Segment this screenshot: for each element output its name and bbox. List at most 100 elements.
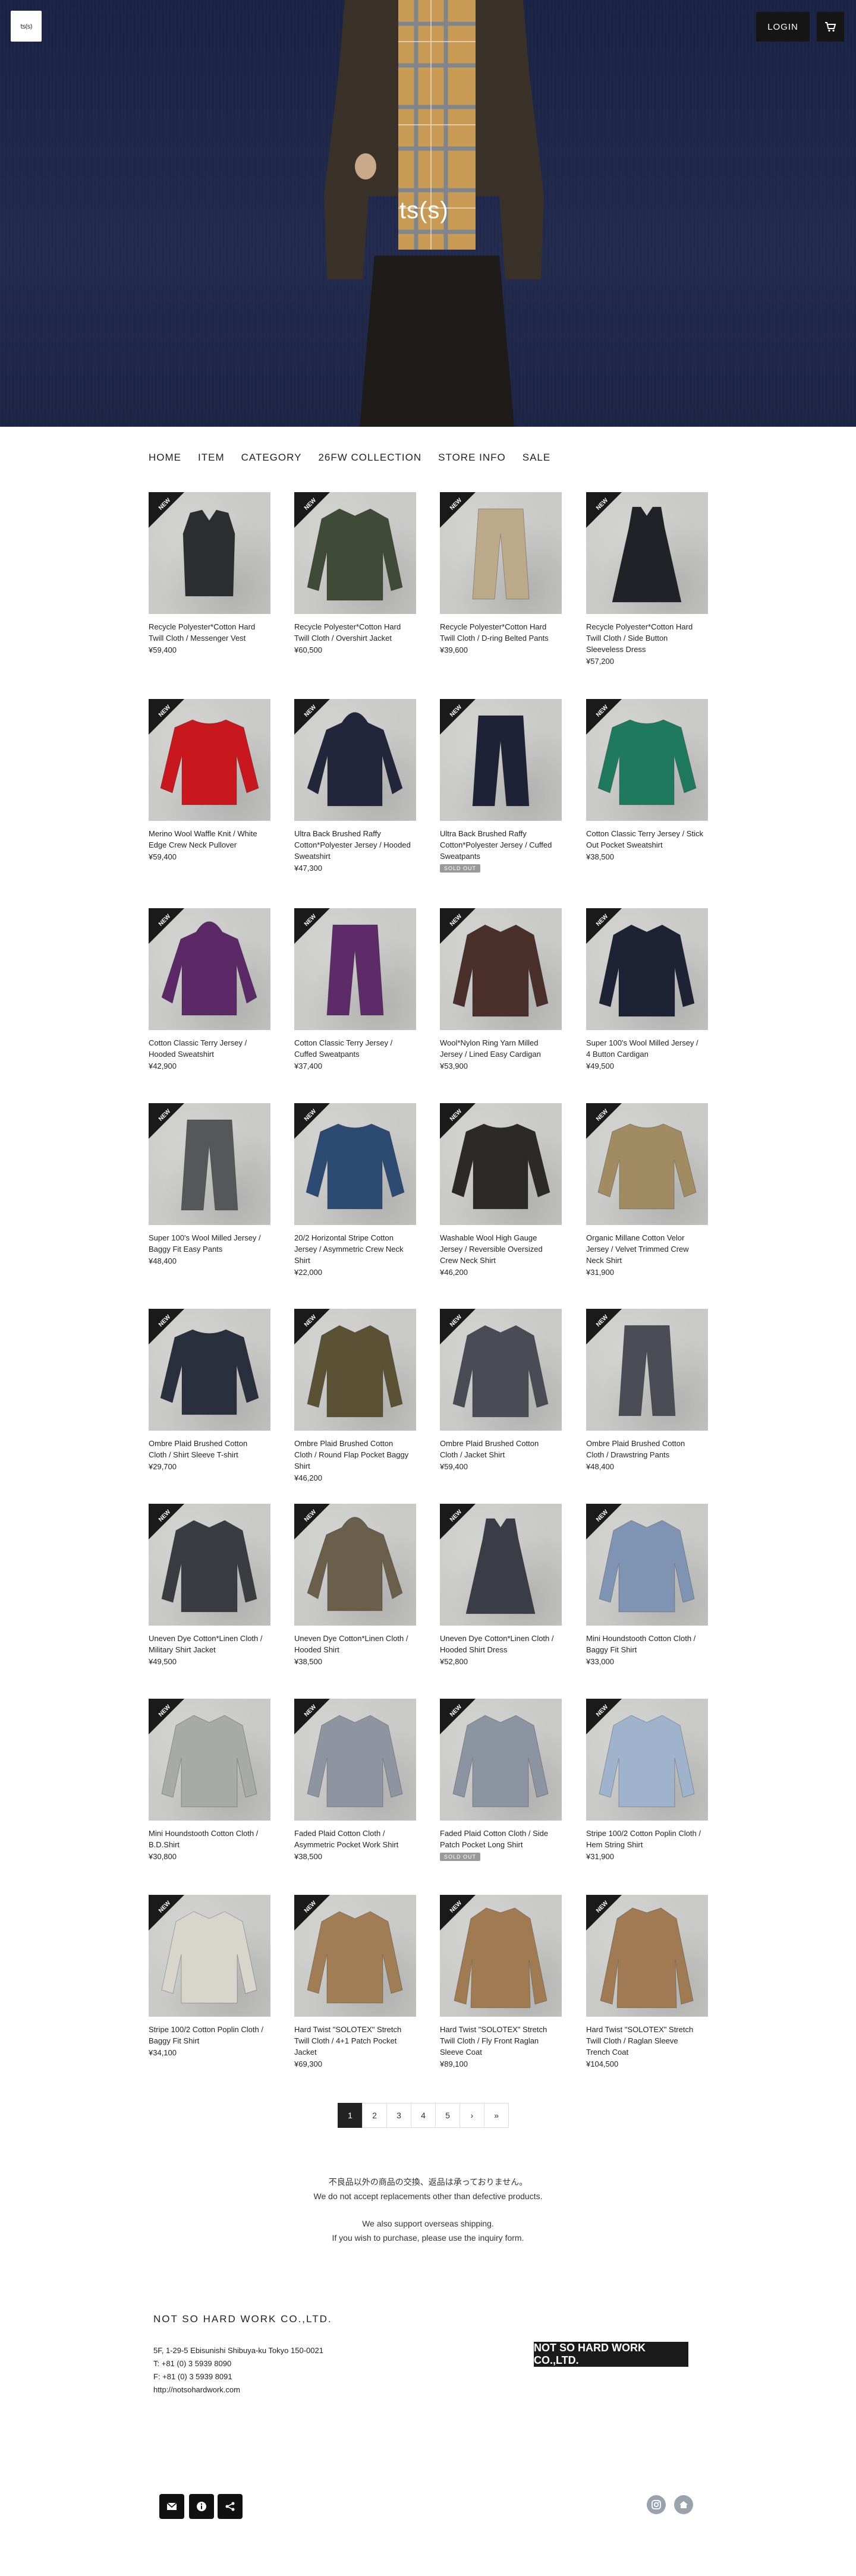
website-link[interactable]: http://notsohardwork.com bbox=[153, 2383, 323, 2397]
product-image[interactable]: NEW bbox=[294, 1309, 416, 1431]
product-name[interactable]: Organic Millane Cotton Velor Jersey / Ve… bbox=[586, 1232, 708, 1266]
product-card[interactable]: NEW Faded Plaid Cotton Cloth / Asymmetric… bbox=[294, 1699, 416, 1861]
product-image[interactable]: NEW bbox=[586, 1309, 708, 1431]
last-page-button[interactable]: » bbox=[484, 2103, 509, 2128]
product-name[interactable]: Cotton Classic Terry Jersey / Cuffed Swe… bbox=[294, 1037, 416, 1060]
product-card[interactable]: NEW Hard Twist "SOLOTEX" Stretch Twill Cl… bbox=[294, 1895, 416, 2068]
product-name[interactable]: 20/2 Horizontal Stripe Cotton Jersey / A… bbox=[294, 1232, 416, 1266]
product-card[interactable]: NEW Cotton Classic Terry Jersey / Stick O… bbox=[586, 699, 708, 861]
product-card[interactable]: NEW Ombre Plaid Brushed Cotton Cloth / Dr… bbox=[586, 1309, 708, 1471]
product-card[interactable]: NEW Stripe 100/2 Cotton Poplin Cloth / Ba… bbox=[149, 1895, 270, 2057]
page-2-button[interactable]: 2 bbox=[362, 2103, 387, 2128]
login-button[interactable]: LOGIN bbox=[756, 12, 810, 42]
product-card[interactable]: NEW Stripe 100/2 Cotton Poplin Cloth / He… bbox=[586, 1699, 708, 1861]
product-image[interactable]: NEW bbox=[586, 1504, 708, 1626]
product-image[interactable]: NEW bbox=[586, 1103, 708, 1225]
product-card[interactable]: NEW Organic Millane Cotton Velor Jersey /… bbox=[586, 1103, 708, 1277]
product-image[interactable]: NEW bbox=[586, 1895, 708, 2017]
product-card[interactable]: NEW Uneven Dye Cotton*Linen Cloth / Hoode… bbox=[294, 1504, 416, 1666]
product-image[interactable]: NEW bbox=[586, 1699, 708, 1821]
product-image[interactable]: NEW bbox=[586, 699, 708, 821]
nav-home[interactable]: HOME bbox=[149, 452, 181, 464]
nav-collection[interactable]: 26FW COLLECTION bbox=[318, 452, 421, 464]
product-image[interactable]: NEW bbox=[294, 1504, 416, 1626]
product-card[interactable]: NEW Ombre Plaid Brushed Cotton Cloth / Ro… bbox=[294, 1309, 416, 1482]
product-name[interactable]: Ultra Back Brushed Raffy Cotton*Polyeste… bbox=[440, 828, 562, 862]
share-button[interactable] bbox=[218, 2494, 243, 2519]
product-image[interactable]: NEW bbox=[586, 492, 708, 614]
product-image[interactable]: NEW bbox=[149, 1309, 270, 1431]
product-image[interactable]: NEW bbox=[440, 1895, 562, 2017]
page-3-button[interactable]: 3 bbox=[386, 2103, 411, 2128]
product-image[interactable]: NEW bbox=[149, 1103, 270, 1225]
product-name[interactable]: Recycle Polyester*Cotton Hard Twill Clot… bbox=[586, 621, 708, 655]
product-name[interactable]: Recycle Polyester*Cotton Hard Twill Clot… bbox=[149, 621, 270, 644]
product-name[interactable]: Ultra Back Brushed Raffy Cotton*Polyeste… bbox=[294, 828, 416, 862]
product-card[interactable]: NEW Faded Plaid Cotton Cloth / Side Patch… bbox=[440, 1699, 562, 1862]
page-1-button[interactable]: 1 bbox=[338, 2103, 363, 2128]
product-name[interactable]: Uneven Dye Cotton*Linen Cloth / Hooded S… bbox=[440, 1633, 562, 1655]
product-name[interactable]: Hard Twist "SOLOTEX" Stretch Twill Cloth… bbox=[586, 2024, 708, 2058]
product-name[interactable]: Mini Houndstooth Cotton Cloth / Baggy Fi… bbox=[586, 1633, 708, 1655]
product-card[interactable]: NEW Hard Twist "SOLOTEX" Stretch Twill Cl… bbox=[440, 1895, 562, 2068]
next-page-button[interactable]: › bbox=[460, 2103, 484, 2128]
site-logo[interactable]: ts(s) bbox=[11, 11, 42, 42]
product-name[interactable]: Hard Twist "SOLOTEX" Stretch Twill Cloth… bbox=[294, 2024, 416, 2058]
product-card[interactable]: NEW Ultra Back Brushed Raffy Cotton*Polye… bbox=[294, 699, 416, 873]
product-card[interactable]: NEW Super 100's Wool Milled Jersey / 4 Bu… bbox=[586, 908, 708, 1070]
product-card[interactable]: NEW Mini Houndstooth Cotton Cloth / Baggy… bbox=[586, 1504, 708, 1666]
product-card[interactable]: NEW Recycle Polyester*Cotton Hard Twill C… bbox=[149, 492, 270, 654]
nav-store-info[interactable]: STORE INFO bbox=[438, 452, 506, 464]
product-image[interactable]: NEW bbox=[149, 699, 270, 821]
product-image[interactable]: NEW bbox=[440, 1699, 562, 1821]
nav-sale[interactable]: SALE bbox=[523, 452, 550, 464]
product-image[interactable]: NEW bbox=[440, 1309, 562, 1431]
product-name[interactable]: Uneven Dye Cotton*Linen Cloth / Military… bbox=[149, 1633, 270, 1655]
page-4-button[interactable]: 4 bbox=[411, 2103, 436, 2128]
product-name[interactable]: Ombre Plaid Brushed Cotton Cloth / Round… bbox=[294, 1438, 416, 1472]
product-name[interactable]: Cotton Classic Terry Jersey / Hooded Swe… bbox=[149, 1037, 270, 1060]
product-name[interactable]: Stripe 100/2 Cotton Poplin Cloth / Baggy… bbox=[149, 2024, 270, 2046]
product-card[interactable]: NEW Mini Houndstooth Cotton Cloth / B.D.S… bbox=[149, 1699, 270, 1861]
product-image[interactable]: NEW bbox=[440, 1504, 562, 1626]
product-card[interactable]: NEW Ultra Back Brushed Raffy Cotton*Polye… bbox=[440, 699, 562, 873]
product-card[interactable]: NEW Uneven Dye Cotton*Linen Cloth / Hoode… bbox=[440, 1504, 562, 1666]
product-name[interactable]: Uneven Dye Cotton*Linen Cloth / Hooded S… bbox=[294, 1633, 416, 1655]
product-image[interactable]: NEW bbox=[294, 699, 416, 821]
product-image[interactable]: NEW bbox=[440, 1103, 562, 1225]
product-image[interactable]: NEW bbox=[149, 492, 270, 614]
nav-item[interactable]: ITEM bbox=[198, 452, 225, 464]
product-name[interactable]: Recycle Polyester*Cotton Hard Twill Clot… bbox=[440, 621, 562, 644]
product-card[interactable]: NEW Recycle Polyester*Cotton Hard Twill C… bbox=[294, 492, 416, 654]
product-image[interactable]: NEW bbox=[586, 908, 708, 1030]
product-image[interactable]: NEW bbox=[440, 908, 562, 1030]
product-image[interactable]: NEW bbox=[149, 1699, 270, 1821]
product-card[interactable]: NEW Ombre Plaid Brushed Cotton Cloth / Sh… bbox=[149, 1309, 270, 1471]
product-name[interactable]: Stripe 100/2 Cotton Poplin Cloth / Hem S… bbox=[586, 1828, 708, 1850]
home-link[interactable] bbox=[674, 2495, 693, 2514]
product-name[interactable]: Ombre Plaid Brushed Cotton Cloth / Shirt… bbox=[149, 1438, 270, 1460]
product-card[interactable]: NEW Recycle Polyester*Cotton Hard Twill C… bbox=[586, 492, 708, 666]
product-name[interactable]: Faded Plaid Cotton Cloth / Side Patch Po… bbox=[440, 1828, 562, 1850]
product-image[interactable]: NEW bbox=[294, 492, 416, 614]
product-card[interactable]: NEW Merino Wool Waffle Knit / White Edge … bbox=[149, 699, 270, 861]
product-name[interactable]: Super 100's Wool Milled Jersey / 4 Butto… bbox=[586, 1037, 708, 1060]
product-card[interactable]: NEW Ombre Plaid Brushed Cotton Cloth / Ja… bbox=[440, 1309, 562, 1471]
product-name[interactable]: Mini Houndstooth Cotton Cloth / B.D.Shir… bbox=[149, 1828, 270, 1850]
product-image[interactable]: NEW bbox=[149, 908, 270, 1030]
product-image[interactable]: NEW bbox=[294, 1895, 416, 2017]
product-card[interactable]: NEW Wool*Nylon Ring Yarn Milled Jersey / … bbox=[440, 908, 562, 1070]
product-card[interactable]: NEW Recycle Polyester*Cotton Hard Twill C… bbox=[440, 492, 562, 654]
product-name[interactable]: Merino Wool Waffle Knit / White Edge Cre… bbox=[149, 828, 270, 851]
product-image[interactable]: NEW bbox=[294, 1103, 416, 1225]
product-name[interactable]: Faded Plaid Cotton Cloth / Asymmetric Po… bbox=[294, 1828, 416, 1850]
product-name[interactable]: Wool*Nylon Ring Yarn Milled Jersey / Lin… bbox=[440, 1037, 562, 1060]
product-name[interactable]: Ombre Plaid Brushed Cotton Cloth / Draws… bbox=[586, 1438, 708, 1460]
product-image[interactable]: NEW bbox=[440, 699, 562, 821]
info-button[interactable] bbox=[189, 2494, 214, 2519]
product-name[interactable]: Super 100's Wool Milled Jersey / Baggy F… bbox=[149, 1232, 270, 1255]
product-card[interactable]: NEW Uneven Dye Cotton*Linen Cloth / Milit… bbox=[149, 1504, 270, 1666]
product-image[interactable]: NEW bbox=[294, 1699, 416, 1821]
product-image[interactable]: NEW bbox=[294, 908, 416, 1030]
product-name[interactable]: Recycle Polyester*Cotton Hard Twill Clot… bbox=[294, 621, 416, 644]
